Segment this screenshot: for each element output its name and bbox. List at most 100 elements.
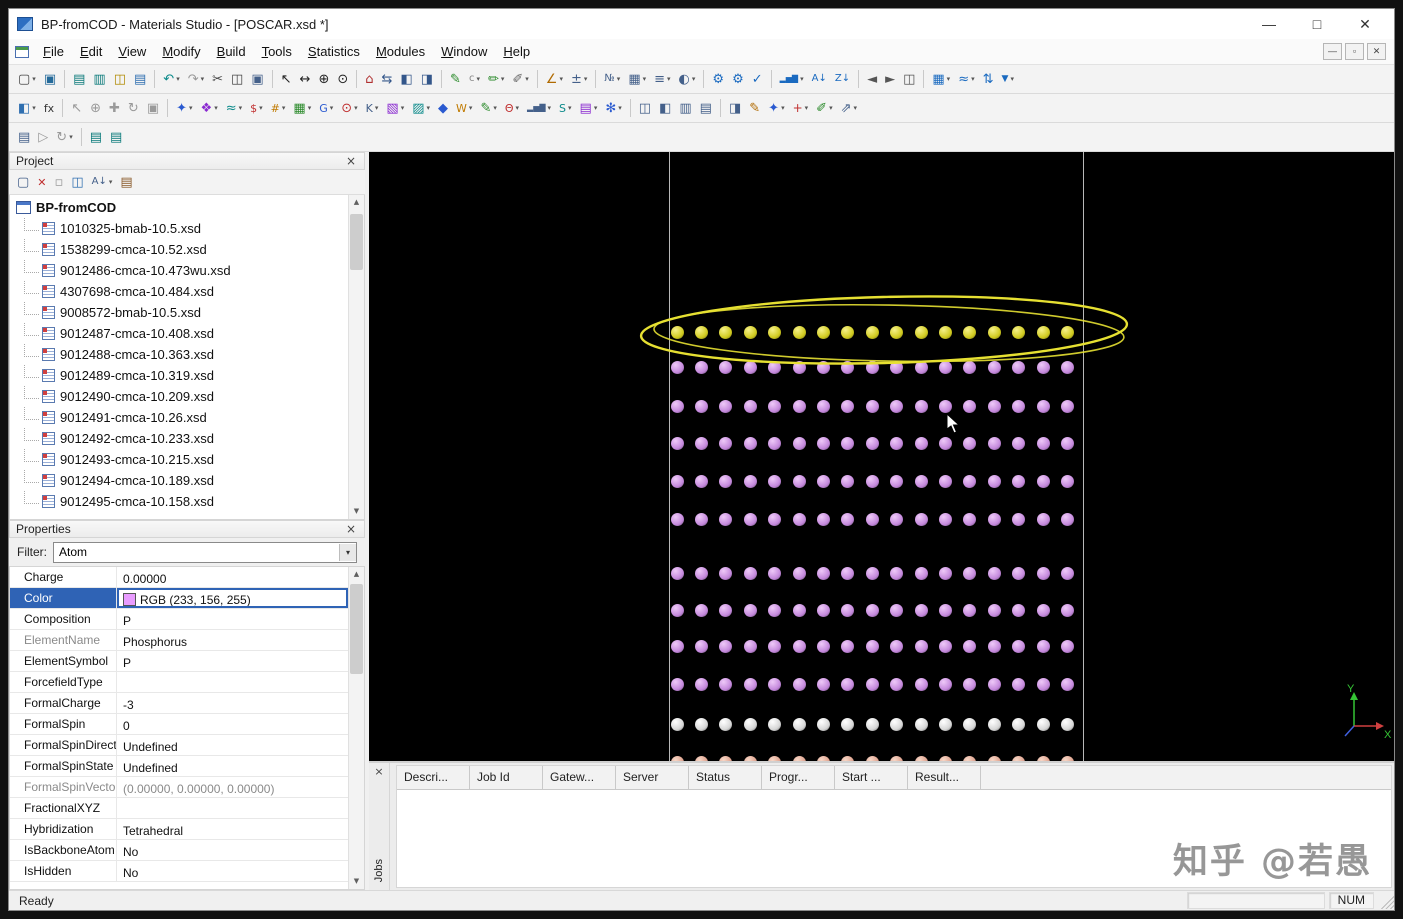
view-orientation-button[interactable]: ◨	[417, 67, 437, 91]
sketch-options-button[interactable]: c ▾	[465, 67, 484, 91]
atom-purple[interactable]	[816, 436, 830, 450]
atom-purple[interactable]	[963, 399, 977, 413]
atom-purple[interactable]	[1036, 639, 1050, 653]
jobs-column-header[interactable]: Descri...	[397, 766, 470, 789]
atom-purple[interactable]	[963, 639, 977, 653]
sketch-button[interactable]: ✎	[446, 67, 465, 91]
atom-purple[interactable]	[792, 360, 806, 374]
atom-purple[interactable]	[938, 399, 952, 413]
view-split-button[interactable]: ◧	[396, 67, 416, 91]
atom-purple[interactable]	[816, 603, 830, 617]
sort-rows-button[interactable]: ⇅	[979, 67, 998, 91]
atom-purple[interactable]	[670, 360, 684, 374]
atom-purple[interactable]	[938, 639, 952, 653]
atom-purple[interactable]	[890, 603, 904, 617]
module-theta-button[interactable]: Θ ▾	[501, 96, 523, 120]
atom-purple[interactable]	[938, 677, 952, 691]
atom-purple[interactable]	[719, 474, 733, 488]
property-value[interactable]: 0.00000	[117, 567, 348, 587]
project-sort-button[interactable]: A↓ ▾	[88, 170, 117, 194]
atom-purple[interactable]	[743, 360, 757, 374]
project-root-node[interactable]: BP-fromCOD	[10, 197, 348, 218]
atom-white[interactable]	[865, 717, 879, 731]
atom-purple[interactable]	[938, 603, 952, 617]
atom-purple[interactable]	[743, 566, 757, 580]
jobs-column-header[interactable]: Job Id	[470, 766, 543, 789]
property-row[interactable]: FormalSpinState Undefined	[10, 756, 348, 777]
atom-purple[interactable]	[987, 360, 1001, 374]
atom-purple[interactable]	[670, 603, 684, 617]
menu-tools[interactable]: Tools	[254, 41, 300, 62]
atom-purple[interactable]	[694, 436, 708, 450]
atom-white[interactable]	[987, 717, 1001, 731]
atom-salmon[interactable]	[816, 755, 830, 761]
property-row[interactable]: Color RGB (233, 156, 255)	[10, 588, 348, 609]
atom-purple[interactable]	[890, 639, 904, 653]
module-wave-button[interactable]: ≈ ▾	[222, 96, 246, 120]
cut-button[interactable]: ✂	[208, 67, 227, 91]
atom-purple[interactable]	[1036, 399, 1050, 413]
color-by-button[interactable]: ◐ ▾	[675, 67, 700, 91]
atom-salmon[interactable]	[768, 755, 782, 761]
atom-purple[interactable]	[792, 474, 806, 488]
atom-yellow[interactable]	[694, 325, 708, 339]
property-row[interactable]: Charge 0.00000	[10, 567, 348, 588]
atom-purple[interactable]	[914, 566, 928, 580]
sketch-atom-button[interactable]: ✏ ▾	[484, 67, 508, 91]
atom-purple[interactable]	[865, 474, 879, 488]
job-control-button[interactable]: ⚙	[728, 67, 748, 91]
module-chart-button[interactable]: ▂▅▇ ▾	[523, 96, 555, 120]
module-cell-button[interactable]: ❖ ▾	[197, 96, 222, 120]
property-value[interactable]: Undefined	[117, 735, 348, 755]
tree-item[interactable]: 9012491-cmca-10.26.xsd	[10, 407, 348, 428]
project-scrollbar[interactable]: ▲ ▼	[348, 195, 364, 519]
tile-windows-button[interactable]: ◫	[635, 96, 655, 120]
module-cost-button[interactable]: $ ▾	[246, 96, 267, 120]
atom-purple[interactable]	[1012, 474, 1026, 488]
atom-yellow[interactable]	[670, 325, 684, 339]
atom-purple[interactable]	[792, 399, 806, 413]
tree-item[interactable]: 1538299-cmca-10.52.xsd	[10, 239, 348, 260]
atom-purple[interactable]	[987, 566, 1001, 580]
property-value[interactable]: Phosphorus	[117, 630, 348, 650]
atom-purple[interactable]	[914, 677, 928, 691]
atom-purple[interactable]	[1012, 360, 1026, 374]
atom-white[interactable]	[914, 717, 928, 731]
atom-white[interactable]	[792, 717, 806, 731]
atom-yellow[interactable]	[987, 325, 1001, 339]
filter-button[interactable]: ▼ ▾	[998, 67, 1018, 91]
atom-yellow[interactable]	[792, 325, 806, 339]
module-k-button[interactable]: K ▾	[362, 96, 383, 120]
atom-purple[interactable]	[865, 603, 879, 617]
atom-salmon[interactable]	[1012, 755, 1026, 761]
atom-purple[interactable]	[816, 360, 830, 374]
jobs-column-header[interactable]: Progr...	[762, 766, 835, 789]
atom-purple[interactable]	[865, 566, 879, 580]
jobs-column-header[interactable]: Start ...	[835, 766, 908, 789]
graph-view-button[interactable]: ≈ ▾	[954, 67, 978, 91]
scroll-thumb[interactable]	[350, 584, 363, 674]
paste-button[interactable]: ▣	[247, 67, 267, 91]
atom-purple[interactable]	[987, 512, 1001, 526]
maximize-button[interactable]: □	[1306, 16, 1328, 33]
atom-purple[interactable]	[987, 639, 1001, 653]
print-button[interactable]: ▤	[69, 67, 89, 91]
atom-purple[interactable]	[914, 512, 928, 526]
project-help-button[interactable]: ▤	[116, 170, 136, 194]
property-value[interactable]: Undefined	[117, 756, 348, 776]
property-row[interactable]: IsBackboneAtom No	[10, 840, 348, 861]
atom-purple[interactable]	[768, 566, 782, 580]
atom-purple[interactable]	[743, 436, 757, 450]
atom-purple[interactable]	[865, 436, 879, 450]
property-value[interactable]: (0.00000, 0.00000, 0.00000)	[117, 777, 348, 797]
module-matrix-button[interactable]: ▦ ▾	[289, 96, 315, 120]
atom-purple[interactable]	[768, 399, 782, 413]
select-tool-button[interactable]: ↖	[67, 96, 86, 120]
atom-purple[interactable]	[1036, 512, 1050, 526]
atom-purple[interactable]	[719, 360, 733, 374]
resize-grip[interactable]	[1378, 892, 1394, 909]
atom-purple[interactable]	[694, 639, 708, 653]
draw-button[interactable]: ✐ ▾	[812, 96, 836, 120]
atom-yellow[interactable]	[768, 325, 782, 339]
property-value[interactable]: No	[117, 840, 348, 860]
